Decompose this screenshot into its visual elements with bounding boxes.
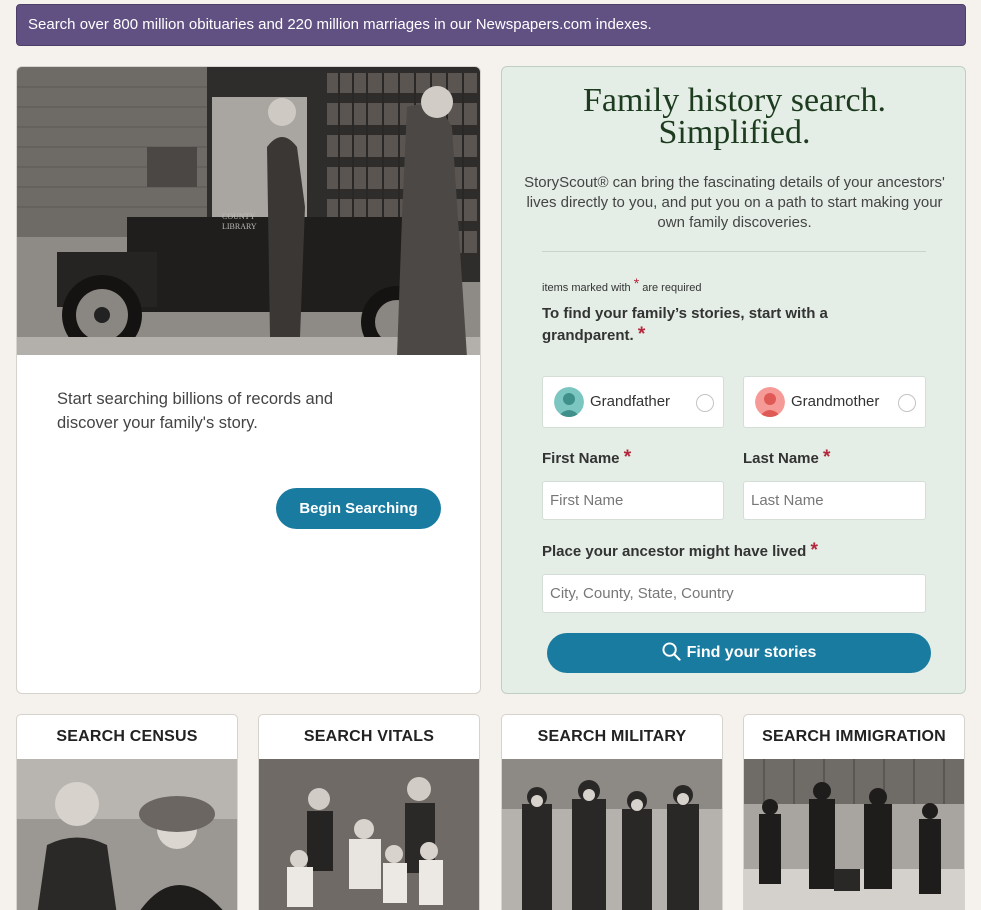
family-search-panel: Family history search. Simplified. Story… [501,66,966,694]
hero-text: Start searching billions of records and … [57,390,334,432]
last-name-label-text: Last Name [743,450,819,467]
sign-library: LIBRARY [222,222,257,231]
place-label: Place your ancestor might have lived * [542,540,818,562]
panel-divider [542,251,926,252]
hero-photo-library-truck: COUNTY LIBRARY [17,67,480,355]
search-vitals-tile[interactable]: SEARCH VITALS [258,714,480,910]
find-your-stories-label: Find your stories [686,644,817,661]
begin-searching-button[interactable]: Begin Searching [276,488,441,529]
place-required-star: * [810,540,818,561]
grandparent-prompt-text: To find your family’s stories, start wit… [542,305,828,344]
panel-intro: StoryScout® can bring the fascinating de… [524,174,945,231]
man-avatar-icon [554,387,584,417]
first-name-label-text: First Name [542,450,620,467]
immigration-photo [744,759,964,910]
required-note: items marked with * are required [542,275,702,294]
grandmother-option[interactable]: Grandmother [743,376,926,428]
grandmother-radio[interactable] [898,394,916,412]
required-note-before: items marked with [542,282,631,294]
panel-title-line2: Simplified. [658,114,811,151]
required-note-star: * [633,275,640,291]
search-census-title: SEARCH CENSUS [56,728,198,745]
search-vitals-title: SEARCH VITALS [303,728,435,745]
sign-county: COUNTY [222,212,256,221]
grandparent-prompt: To find your family’s stories, start wit… [542,303,872,346]
last-name-input[interactable] [743,481,926,520]
census-photo [17,759,237,910]
vitals-photo [259,759,479,910]
panel-title-line1: Family history search. [582,82,887,119]
panel-title: Family history search. Simplified. [502,82,967,151]
woman-avatar-icon [755,387,785,417]
military-photo [502,759,722,910]
last-name-label: Last Name * [743,447,830,469]
newspapers-banner[interactable]: Search over 800 million obituaries and 2… [16,4,966,46]
search-military-title: SEARCH MILITARY [537,728,687,745]
required-star: * [637,324,646,345]
first-name-required-star: * [623,447,632,468]
find-your-stories-button[interactable]: Find your stories [547,633,931,673]
first-name-label: First Name * [542,447,631,469]
place-label-text: Place your ancestor might have lived [542,543,807,560]
banner-text: Search over 800 million obituaries and 2… [28,16,652,33]
grandfather-radio[interactable] [696,394,714,412]
search-immigration-tile[interactable]: SEARCH IMMIGRATION [743,714,965,910]
grandfather-option[interactable]: Grandfather [542,376,724,428]
grandmother-label: Grandmother [791,393,880,410]
first-name-input[interactable] [542,481,724,520]
place-input[interactable] [542,574,926,613]
last-name-required-star: * [823,447,831,468]
required-note-after: are required [642,282,702,294]
search-military-tile[interactable]: SEARCH MILITARY [501,714,723,910]
hero-card: COUNTY LIBRARY Start searching billions … [16,66,481,694]
grandfather-label: Grandfather [590,393,671,410]
search-icon [662,642,681,661]
search-census-tile[interactable]: SEARCH CENSUS [16,714,238,910]
search-immigration-title: SEARCH IMMIGRATION [762,728,946,745]
